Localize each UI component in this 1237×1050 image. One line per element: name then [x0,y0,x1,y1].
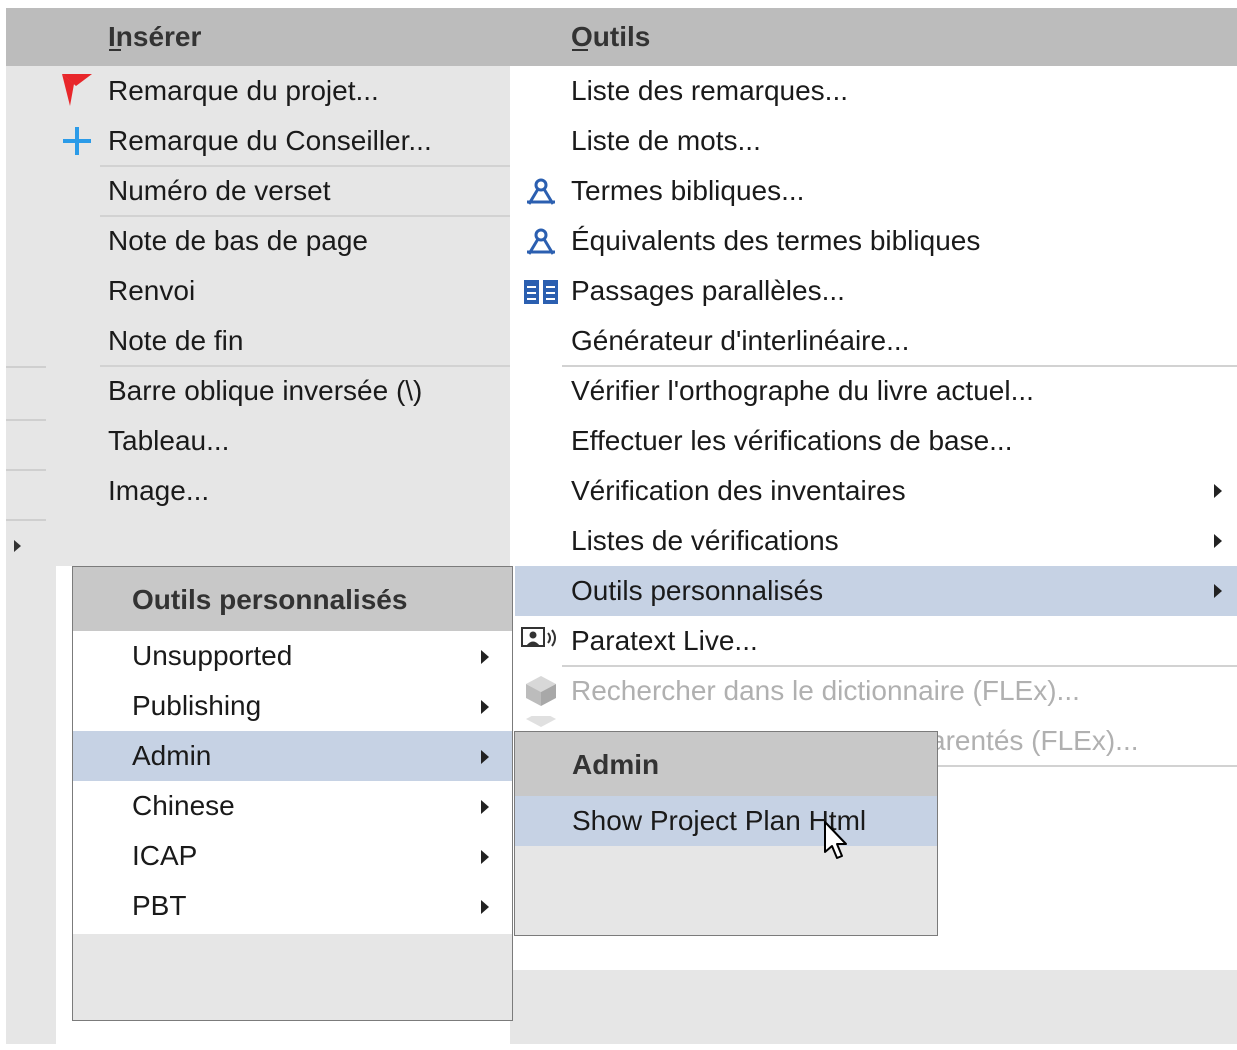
menu-item-interlinear[interactable]: Générateur d'interlinéaire... [571,316,909,366]
menu-tools[interactable]: Outils [571,8,650,66]
submenu-item-chinese[interactable]: Chinese [132,781,235,831]
background-strip [6,66,56,1044]
menu-item-cross-reference[interactable]: Renvoi [108,266,195,316]
submenu-item-admin[interactable]: Admin [132,731,211,781]
strip-arrow-icon [14,540,21,552]
menu-item-parallel-passages[interactable]: Passages parallèles... [571,266,845,316]
mnemonic-underline [572,49,588,51]
menu-item-verse-number[interactable]: Numéro de verset [108,166,331,216]
menu-item-endnote[interactable]: Note de fin [108,316,243,366]
paratext-live-icon [520,624,562,658]
submenu-title: Admin [572,749,660,780]
biblical-terms-icon [522,225,560,259]
flex-cube-icon [522,674,560,708]
submenu-item-pbt[interactable]: PBT [132,881,186,931]
mnemonic-underline [109,49,121,51]
blue-plus-icon [62,124,92,158]
menu-item-backslash[interactable]: Barre oblique inversée (\) [108,366,422,416]
strip-divider [6,469,46,471]
submenu-arrow-icon [1214,484,1222,498]
submenu-arrow-icon [1214,584,1222,598]
submenu-arrow-icon [481,700,489,714]
submenu-item-unsupported[interactable]: Unsupported [132,631,292,681]
tools-menu-bottom [510,970,1237,1044]
submenu-arrow-icon [481,850,489,864]
menu-item-notes-list[interactable]: Liste des remarques... [571,66,848,116]
menu-item-flex-search: Rechercher dans le dictionnaire (FLEx)..… [571,675,1080,706]
menu-item-biblical-terms[interactable]: Termes bibliques... [571,166,804,216]
submenu-arrow-icon [481,900,489,914]
menu-item-basic-checks[interactable]: Effectuer les vérifications de base... [571,416,1013,466]
submenu-arrow-icon [481,650,489,664]
menu-item-consultant-note[interactable]: Remarque du Conseiller... [108,116,432,166]
menu-item-inventories[interactable]: Vérification des inventaires [571,466,906,516]
menu-item-biblical-terms-renderings[interactable]: Équivalents des termes bibliques [571,216,980,266]
strip-divider [6,366,46,368]
submenu-arrow-icon [481,750,489,764]
submenu-arrow-icon [1214,534,1222,548]
menu-item-table[interactable]: Tableau... [108,416,229,466]
parallel-passages-icon [522,276,560,308]
submenu-item-icap[interactable]: ICAP [132,831,197,881]
menu-item-image[interactable]: Image... [108,466,209,516]
red-flag-icon [60,70,94,110]
menu-insert[interactable]: Insérer [108,8,201,66]
menu-item-project-note[interactable]: Remarque du projet... [108,66,379,116]
strip-divider [6,519,46,521]
menu-item-footnote[interactable]: Note de bas de page [108,216,368,266]
menu-item-flex-related: arentés (FLEx)... [930,725,1139,756]
menu-item-spell-check[interactable]: Vérifier l'orthographe du livre actuel..… [571,366,1034,416]
menu-item-paratext-live[interactable]: Paratext Live... [571,616,758,666]
menu-separator [938,765,1237,767]
submenu-title: Outils personnalisés [132,584,408,615]
submenu-item-publishing[interactable]: Publishing [132,681,261,731]
mouse-cursor-icon [822,820,852,864]
menu-item-checklists[interactable]: Listes de vérifications [571,516,839,566]
biblical-terms-icon [522,175,560,209]
submenu-arrow-icon [481,800,489,814]
strip-divider [6,419,46,421]
menu-item-word-list[interactable]: Liste de mots... [571,116,761,166]
menu-item-custom-tools[interactable]: Outils personnalisés [571,566,823,616]
